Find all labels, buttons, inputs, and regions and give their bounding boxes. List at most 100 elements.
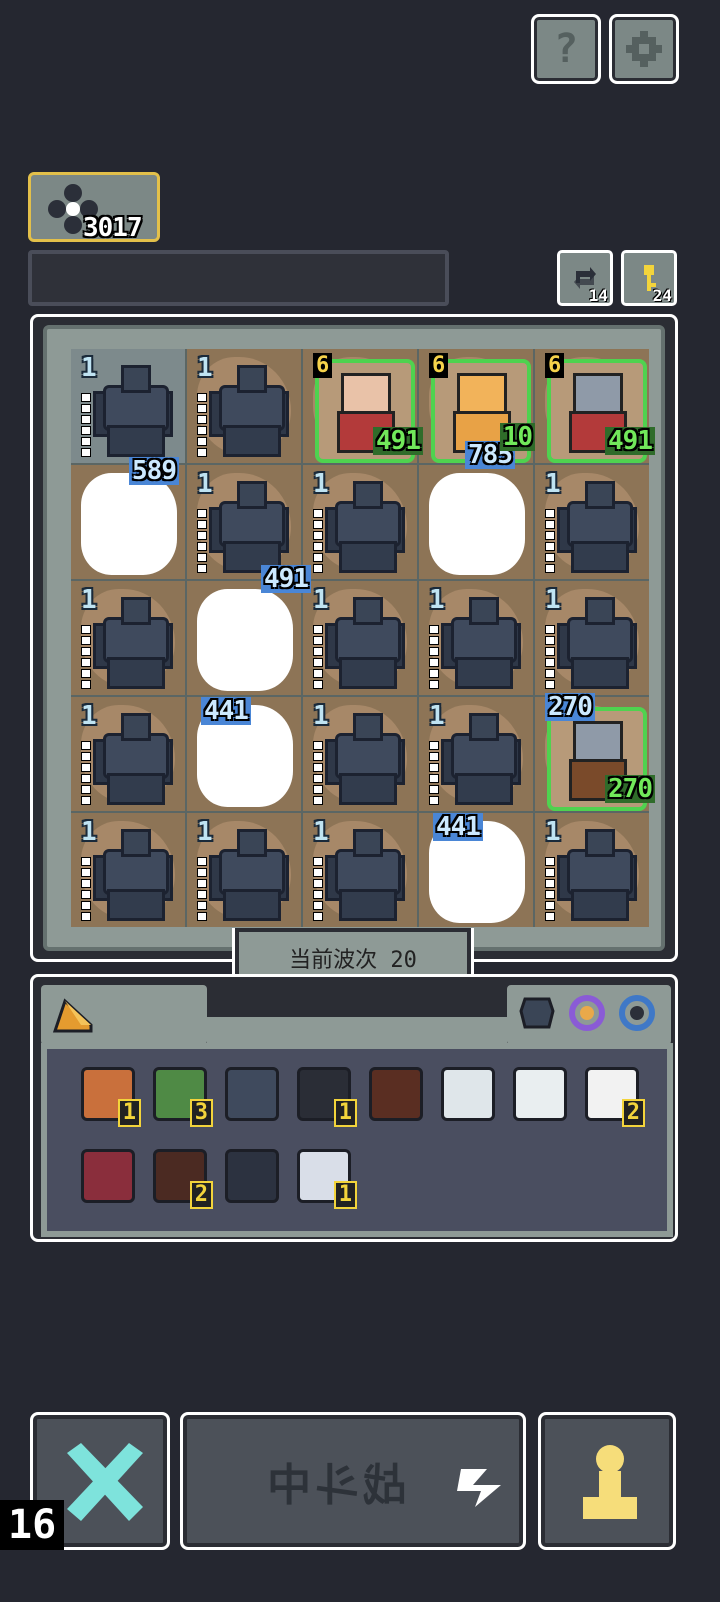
inventory-item[interactable]: 1 xyxy=(293,1145,357,1209)
golem-unit xyxy=(209,363,289,457)
level-pips xyxy=(197,393,207,459)
question-icon: ? xyxy=(553,26,579,72)
item-count: 2 xyxy=(189,1181,213,1209)
unit-level: 1 xyxy=(81,701,97,731)
board-cell[interactable]: 1 xyxy=(303,697,417,811)
inventory-item[interactable]: 1 xyxy=(293,1063,357,1127)
hp-value: 491 xyxy=(605,427,655,455)
golem-unit xyxy=(325,479,405,573)
refresh-counter[interactable]: 14 xyxy=(557,250,613,306)
currency-value: 3017 xyxy=(83,213,143,243)
level-pips xyxy=(313,741,323,807)
level-pips xyxy=(545,625,555,691)
wave-label: 当前波次 20 xyxy=(289,947,417,973)
shield-icon xyxy=(225,1067,279,1121)
cloud-effect xyxy=(85,477,173,571)
inventory-tab[interactable] xyxy=(51,995,101,1039)
board-cell[interactable]: 1 xyxy=(535,581,649,695)
board-cell[interactable]: 6 491 xyxy=(303,349,423,463)
board-cell[interactable]: 270 270 xyxy=(535,693,655,811)
board-cell[interactable]: 1 xyxy=(419,581,533,695)
unit-level: 1 xyxy=(81,817,97,847)
board-cell[interactable]: 589 xyxy=(71,457,185,579)
board-cell[interactable]: 1 xyxy=(303,581,417,695)
board-cell[interactable]: 1 xyxy=(187,349,301,463)
blue-ring-icon[interactable] xyxy=(617,991,657,1035)
board-cell[interactable]: 1 xyxy=(419,697,533,811)
round-counter: 16 xyxy=(0,1500,65,1550)
unit-level: 1 xyxy=(545,585,561,615)
unit-level: 6 xyxy=(313,353,333,378)
golem-unit xyxy=(557,479,637,573)
board-cell[interactable] xyxy=(419,465,533,579)
unit-level: 1 xyxy=(313,469,329,499)
crystal-icon xyxy=(441,1067,495,1121)
damage-number: 589 xyxy=(129,457,179,485)
unit-level: 6 xyxy=(429,353,449,378)
dark-gem-icon[interactable] xyxy=(517,991,557,1035)
board-cell[interactable]: 1 xyxy=(535,465,649,579)
golem-unit xyxy=(93,595,173,689)
unit-level: 1 xyxy=(313,701,329,731)
unit-level: 1 xyxy=(81,353,97,383)
inventory-item[interactable]: 1 xyxy=(77,1063,141,1127)
cloud-effect xyxy=(201,593,289,687)
inventory-item[interactable]: 2 xyxy=(149,1145,213,1209)
unit-level: 1 xyxy=(545,817,561,847)
inventory-item[interactable]: 2 xyxy=(581,1063,645,1127)
settings-button[interactable] xyxy=(609,14,679,84)
board-cell[interactable]: 441 xyxy=(187,697,301,811)
boot-icon xyxy=(81,1149,135,1203)
crate-icon xyxy=(369,1067,423,1121)
inventory-item[interactable] xyxy=(77,1145,137,1205)
hp-secondary: 10 xyxy=(499,423,535,451)
level-pips xyxy=(197,857,207,923)
board-cell[interactable]: 1 xyxy=(535,813,649,927)
damage-number: 441 xyxy=(433,813,483,841)
damage-number: 491 xyxy=(261,565,311,593)
board-cell[interactable]: 441 xyxy=(419,813,533,927)
compass-icon xyxy=(225,1149,279,1203)
board-cell[interactable]: 1 xyxy=(187,813,301,927)
level-pips xyxy=(545,509,555,575)
board-cell[interactable]: 1 xyxy=(71,813,185,927)
board-cell[interactable]: 1 xyxy=(71,697,185,811)
board-cell[interactable]: 1 xyxy=(303,813,417,927)
inventory-item[interactable] xyxy=(437,1063,497,1123)
golem-unit xyxy=(93,363,173,457)
hero-button[interactable] xyxy=(538,1412,676,1550)
inventory-item[interactable] xyxy=(365,1063,425,1123)
unit-level: 1 xyxy=(545,469,561,499)
golem-unit xyxy=(209,479,289,573)
inventory-item[interactable] xyxy=(221,1145,281,1205)
item-count: 2 xyxy=(621,1099,645,1127)
inventory-item[interactable] xyxy=(221,1063,281,1123)
unit-level: 1 xyxy=(197,469,213,499)
level-pips xyxy=(313,509,323,575)
golem-unit xyxy=(93,827,173,921)
board-cell[interactable]: 1 491 xyxy=(187,465,311,593)
unit-level: 1 xyxy=(197,817,213,847)
inventory-item[interactable]: 3 xyxy=(149,1063,213,1127)
unit-level: 1 xyxy=(81,585,97,615)
gem-slots xyxy=(517,991,667,1041)
unit-level: 1 xyxy=(313,585,329,615)
help-button[interactable]: ? xyxy=(531,14,601,84)
item-count: 1 xyxy=(333,1181,357,1209)
key-counter[interactable]: 24 xyxy=(621,250,677,306)
battle-label: 战斗中 xyxy=(263,1460,407,1511)
board-cell[interactable]: 1 xyxy=(71,349,185,463)
unit-level: 6 xyxy=(545,353,565,378)
board-cell[interactable]: 6 785 10 xyxy=(419,349,535,469)
board-cell[interactable]: 1 xyxy=(303,465,417,579)
hp-value: 270 xyxy=(605,775,655,803)
inventory-item[interactable] xyxy=(509,1063,569,1123)
board-cell[interactable]: 6 491 xyxy=(535,349,655,463)
battle-button[interactable]: 战斗中 xyxy=(180,1412,526,1550)
purple-ring-icon[interactable] xyxy=(567,991,607,1035)
item-count: 1 xyxy=(333,1099,357,1127)
level-pips xyxy=(197,509,207,575)
board-cell[interactable] xyxy=(187,581,301,695)
board-cell[interactable]: 1 xyxy=(71,581,185,695)
golem-unit xyxy=(441,711,521,805)
